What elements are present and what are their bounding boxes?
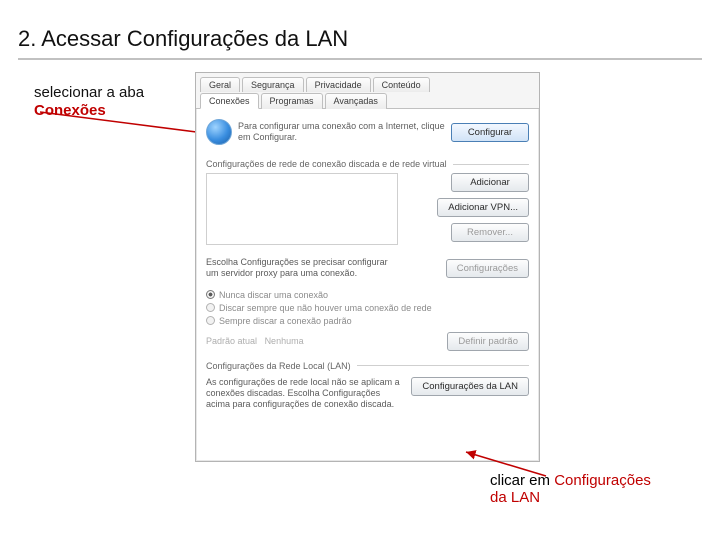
tab-bar: Geral Segurança Privacidade Conteúdo Con… (196, 73, 539, 109)
remover-button[interactable]: Remover... (451, 223, 529, 242)
tab-geral[interactable]: Geral (200, 77, 240, 92)
radio-label: Nunca discar uma conexão (219, 290, 328, 300)
setup-text: Para configurar uma conexão com a Intern… (238, 121, 451, 144)
annotation-top-text: selecionar a aba (34, 84, 144, 101)
connections-listbox[interactable] (206, 173, 398, 245)
section-dial-label: Configurações de rede de conexão discada… (206, 159, 529, 169)
radio-icon (206, 290, 215, 299)
default-label: Padrão atual Nenhuma (206, 336, 304, 346)
configuracoes-button[interactable]: Configurações (446, 259, 529, 278)
configurar-button[interactable]: Configurar (451, 123, 529, 142)
internet-options-dialog: Geral Segurança Privacidade Conteúdo Con… (195, 72, 540, 462)
tab-programas[interactable]: Programas (261, 93, 323, 109)
radio-icon (206, 316, 215, 325)
default-label-text: Padrão atual (206, 336, 257, 346)
radio-nunca[interactable]: Nunca discar uma conexão (206, 290, 529, 300)
radio-label: Sempre discar a conexão padrão (219, 316, 352, 326)
default-value: Nenhuma (265, 336, 304, 346)
adicionar-button[interactable]: Adicionar (451, 173, 529, 192)
annotation-bottom-plain: clicar em (490, 472, 554, 489)
tab-body: Para configurar uma conexão com a Intern… (196, 109, 539, 451)
dial-radio-group: Nunca discar uma conexão Discar sempre q… (206, 290, 529, 326)
annotation-bottom-accent2: da LAN (490, 489, 540, 506)
section-dial-text: Configurações de rede de conexão discada… (206, 159, 447, 169)
annotation-bottom: clicar em Configurações da LAN (490, 472, 651, 507)
radio-label: Discar sempre que não houver uma conexão… (219, 303, 432, 313)
lan-desc: As configurações de rede local não se ap… (206, 377, 401, 411)
tab-seguranca[interactable]: Segurança (242, 77, 304, 92)
title-underline (18, 58, 702, 60)
globe-icon (206, 119, 232, 145)
adicionar-vpn-button[interactable]: Adicionar VPN... (437, 198, 529, 217)
radio-icon (206, 303, 215, 312)
arrow-top (36, 108, 216, 138)
radio-sem-rede[interactable]: Discar sempre que não houver uma conexão… (206, 303, 529, 313)
annotation-bottom-accent1: Configurações (554, 472, 651, 489)
slide-title: 2. Acessar Configurações da LAN (18, 26, 348, 52)
radio-sempre[interactable]: Sempre discar a conexão padrão (206, 316, 529, 326)
tab-conexoes[interactable]: Conexões (200, 93, 259, 109)
definir-padrao-button[interactable]: Definir padrão (447, 332, 529, 351)
configuracoes-lan-button[interactable]: Configurações da LAN (411, 377, 529, 396)
section-lan-text: Configurações da Rede Local (LAN) (206, 361, 351, 371)
section-lan-label: Configurações da Rede Local (LAN) (206, 361, 529, 371)
tab-conteudo[interactable]: Conteúdo (373, 77, 430, 92)
tab-privacidade[interactable]: Privacidade (306, 77, 371, 92)
proxy-text: Escolha Configurações se precisar config… (206, 257, 401, 280)
tab-avancadas[interactable]: Avançadas (325, 93, 387, 109)
